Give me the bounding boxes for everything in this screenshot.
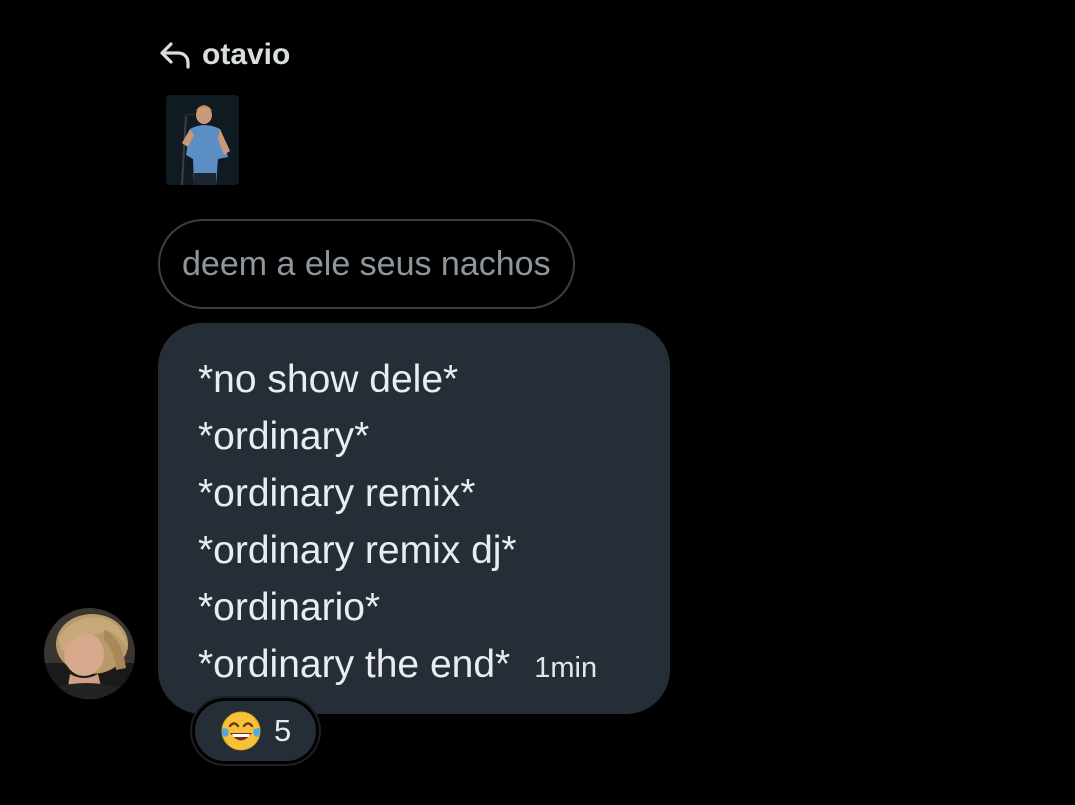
message-line: *ordinary remix dj* bbox=[198, 529, 517, 572]
message-timestamp: 1min bbox=[534, 652, 598, 684]
reaction-count: 5 bbox=[274, 713, 292, 748]
user-avatar bbox=[44, 608, 135, 699]
message-line: *ordinary remix* bbox=[198, 472, 476, 515]
face-with-tears-of-joy-icon bbox=[221, 711, 261, 751]
message-line: *ordinary the end* bbox=[198, 643, 511, 686]
quoted-media-thumbnail[interactable] bbox=[166, 95, 239, 185]
quoted-message[interactable]: deem a ele seus nachos bbox=[158, 219, 575, 309]
message-line: *ordinario* bbox=[198, 586, 381, 629]
reply-header[interactable]: otavio bbox=[158, 36, 290, 74]
message-last-row: *ordinary the end* 1min bbox=[198, 636, 632, 697]
reply-arrow-icon bbox=[160, 42, 190, 69]
message-line: *no show dele* bbox=[198, 358, 459, 401]
message-bubble[interactable]: *no show dele* *ordinary* *ordinary remi… bbox=[158, 323, 670, 714]
reaction-chip[interactable]: 5 bbox=[192, 698, 319, 764]
reply-to-name: otavio bbox=[202, 38, 291, 71]
sender-avatar[interactable] bbox=[44, 608, 135, 699]
concert-photo-thumbnail bbox=[166, 95, 239, 185]
quoted-message-text: deem a ele seus nachos bbox=[182, 244, 551, 283]
message-line: *ordinary* bbox=[198, 415, 370, 458]
